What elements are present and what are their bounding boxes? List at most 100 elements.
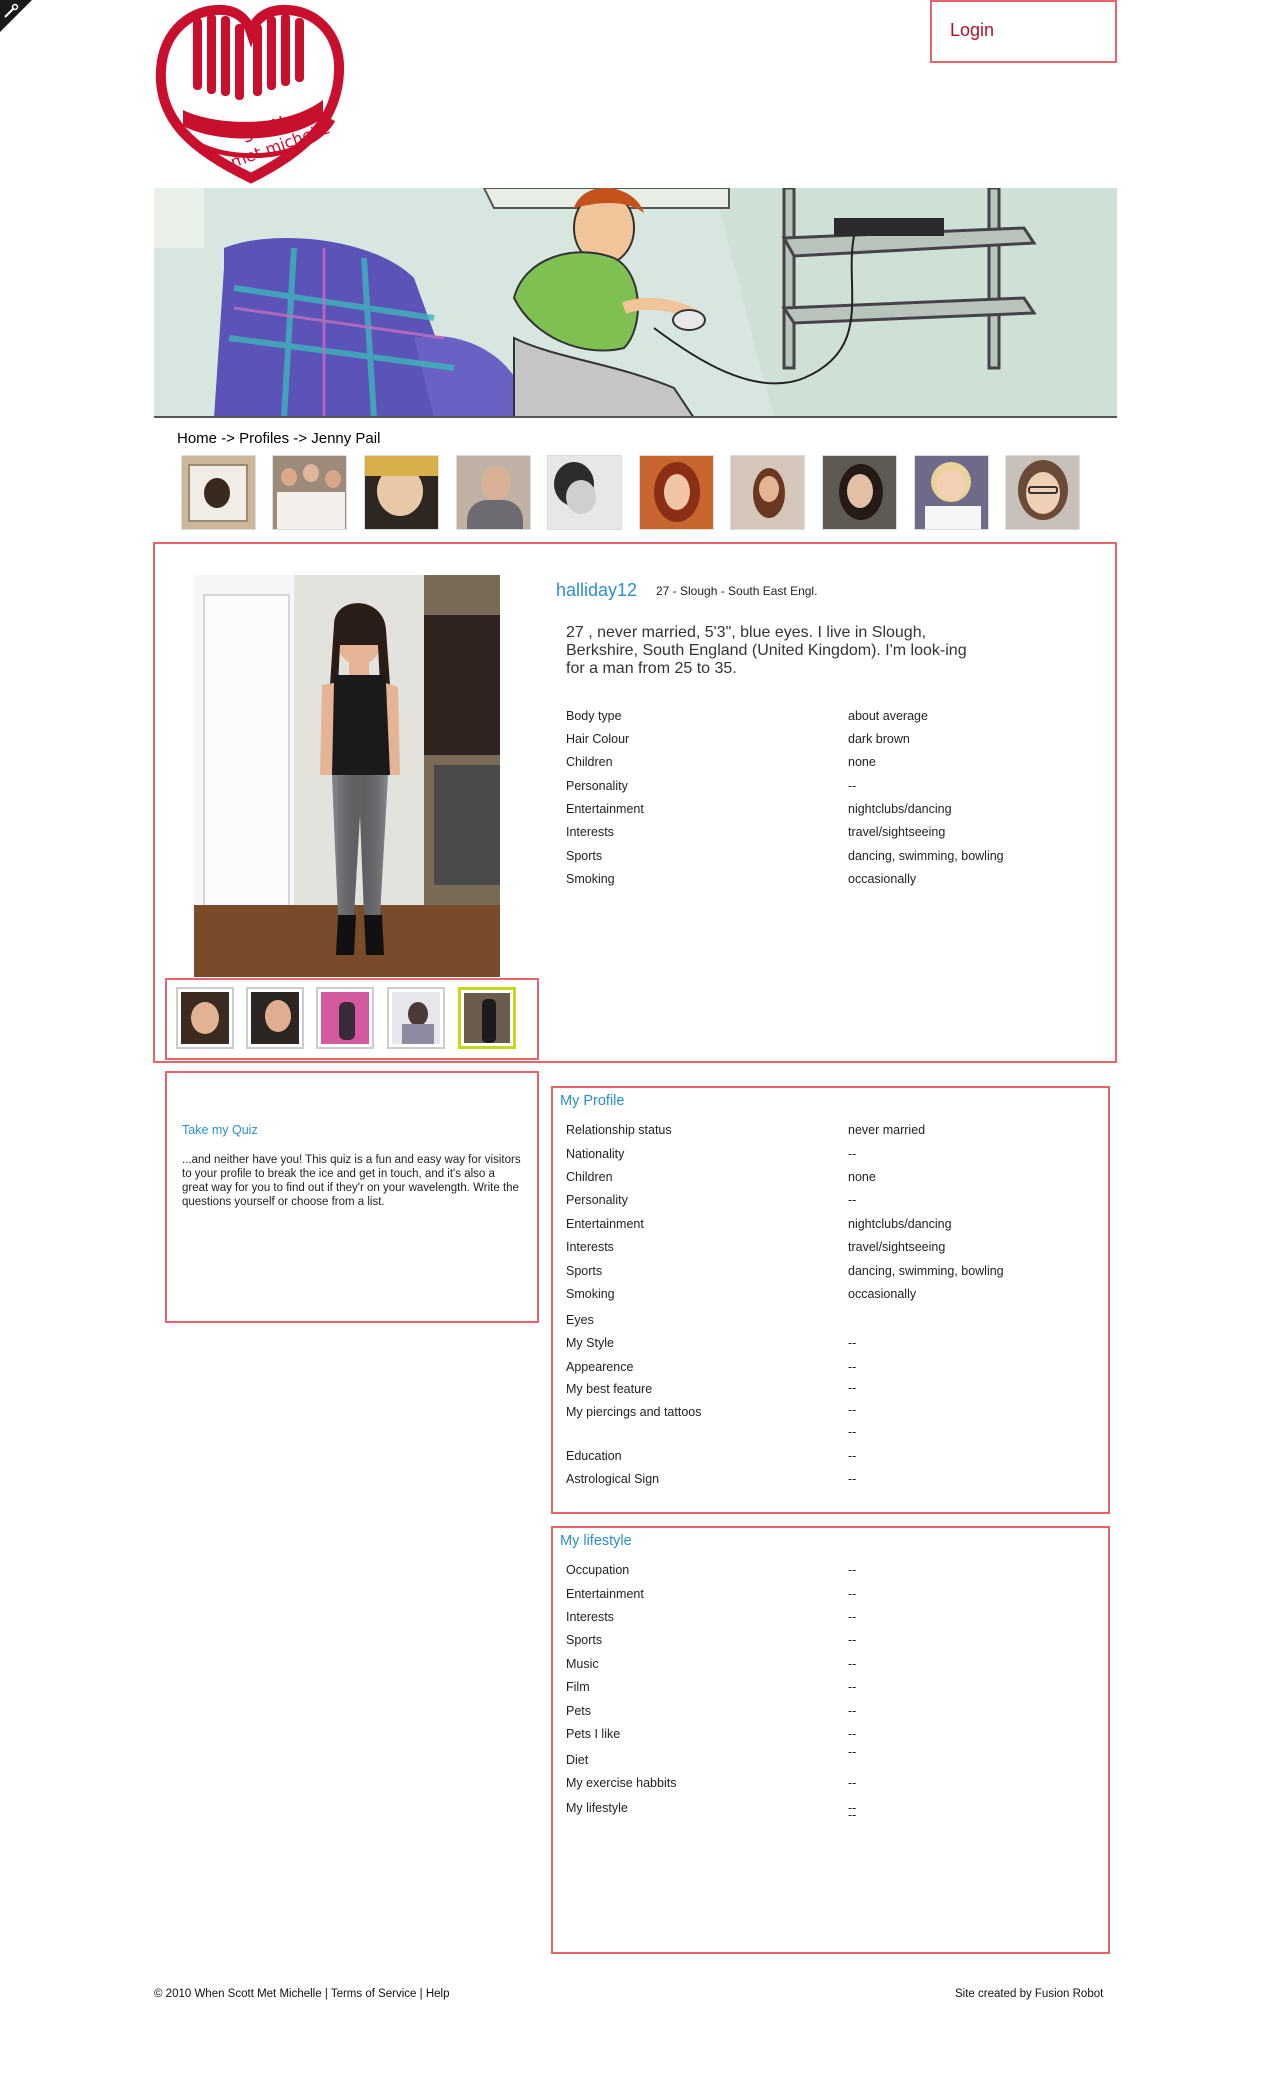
- footer-help-link[interactable]: Help: [426, 1988, 450, 2000]
- member-thumbnail[interactable]: [181, 455, 256, 530]
- my-lifestyle-title: My lifestyle: [560, 1533, 632, 1549]
- lifestyle-field-value: --: [848, 1745, 857, 1759]
- profile-field-label: Smoking: [566, 1287, 615, 1301]
- breadcrumb: Home -> Profiles -> Jenny Pail: [177, 430, 380, 447]
- lifestyle-field-label: Pets I like: [566, 1727, 621, 1741]
- attribute-value: travel/sightseeing: [848, 825, 946, 839]
- member-thumbnail[interactable]: [364, 455, 439, 530]
- lifestyle-field-label: Sports: [566, 1633, 603, 1647]
- header-banner-illustration: [154, 188, 1117, 418]
- breadcrumb-separator: ->: [289, 430, 312, 447]
- profile-field-value: --: [848, 1472, 857, 1486]
- main-profile-photo[interactable]: [194, 575, 500, 977]
- member-thumbnail[interactable]: [914, 455, 989, 530]
- attribute-value: nightclubs/dancing: [848, 802, 952, 816]
- profile-field-label: My Style: [566, 1336, 614, 1350]
- profile-field-label: Relationship status: [566, 1123, 672, 1137]
- profile-field-label: Eyes: [566, 1313, 594, 1327]
- attribute-value: dancing, swimming, bowling: [848, 849, 1004, 863]
- footer-credit[interactable]: Site created by Fusion Robot: [955, 1988, 1103, 2000]
- profile-field-value: dancing, swimming, bowling: [848, 1264, 1004, 1278]
- member-thumbnail[interactable]: [639, 455, 714, 530]
- footer-separator: |: [416, 1988, 426, 2000]
- member-thumbnail[interactable]: [822, 455, 897, 530]
- profile-field-value: --: [848, 1449, 857, 1463]
- my-profile-title: My Profile: [560, 1093, 625, 1109]
- lifestyle-field-value: --: [848, 1587, 857, 1601]
- profile-field-label: Children: [566, 1170, 613, 1184]
- photo-thumbnail-selected[interactable]: [458, 987, 516, 1049]
- lifestyle-field-label: Entertainment: [566, 1587, 644, 1601]
- attribute-label: Interests: [566, 825, 614, 839]
- profile-field-label: Personality: [566, 1193, 628, 1207]
- member-thumbnail[interactable]: [1005, 455, 1080, 530]
- footer-separator: |: [321, 1988, 331, 2000]
- profile-field-value: --: [848, 1381, 857, 1395]
- profile-field-value: none: [848, 1170, 876, 1184]
- footer-terms-link[interactable]: Terms of Service: [331, 1988, 417, 2000]
- lifestyle-field-label: Interests: [566, 1610, 614, 1624]
- footer-links: © 2010 When Scott Met Michelle | Terms o…: [154, 1988, 450, 2000]
- profile-field-label: Appearence: [566, 1360, 634, 1374]
- attribute-label: Hair Colour: [566, 732, 630, 746]
- lifestyle-field-value: --: [848, 1563, 857, 1577]
- profile-field-label: My piercings and tattoos: [566, 1405, 702, 1419]
- photo-thumbnail[interactable]: [176, 987, 234, 1049]
- attribute-label: Sports: [566, 849, 603, 863]
- profile-field-value: travel/sightseeing: [848, 1240, 946, 1254]
- profile-field-label: Interests: [566, 1240, 614, 1254]
- member-thumbnail[interactable]: [456, 455, 531, 530]
- photo-thumbnail[interactable]: [387, 987, 445, 1049]
- login-label: Login: [950, 20, 995, 40]
- lifestyle-field-label: My lifestyle: [566, 1801, 628, 1815]
- lifestyle-field-label: My exercise habbits: [566, 1776, 677, 1790]
- lifestyle-field-value: --: [848, 1657, 857, 1671]
- profile-field-value: --: [848, 1147, 857, 1161]
- member-thumbnail[interactable]: [547, 455, 622, 530]
- lifestyle-field-value: --: [848, 1808, 857, 1822]
- attribute-value: about average: [848, 709, 928, 723]
- lifestyle-field-label: Pets: [566, 1704, 592, 1718]
- lifestyle-field-value: --: [848, 1727, 857, 1741]
- wrench-icon[interactable]: [0, 0, 32, 32]
- profile-field-label: My best feature: [566, 1382, 653, 1396]
- attribute-label: Personality: [566, 779, 628, 793]
- site-logo[interactable]: when scott met michelle: [153, 0, 349, 186]
- quiz-description: ...and neither have you! This quiz is a …: [182, 1154, 521, 1208]
- breadcrumb-separator: ->: [217, 430, 240, 447]
- attribute-value: dark brown: [848, 732, 910, 746]
- profile-field-value: --: [848, 1403, 857, 1417]
- profile-field-value: --: [848, 1336, 857, 1350]
- profile-field-label: Astrological Sign: [566, 1472, 660, 1486]
- lifestyle-field-value: --: [848, 1633, 857, 1647]
- lifestyle-field-value: --: [848, 1680, 857, 1694]
- photo-thumbnail[interactable]: [316, 987, 374, 1049]
- lifestyle-field-label: Occupation: [566, 1563, 630, 1577]
- member-thumbnail[interactable]: [730, 455, 805, 530]
- profile-field-value: never married: [848, 1123, 926, 1137]
- profile-field-value: nightclubs/dancing: [848, 1217, 952, 1231]
- profile-summary-line: 27 - Slough - South East Engl.: [656, 584, 818, 598]
- lifestyle-field-label: Music: [566, 1657, 599, 1671]
- lifestyle-field-value: --: [848, 1704, 857, 1718]
- attribute-label: Children: [566, 755, 613, 769]
- member-thumbnail[interactable]: [272, 455, 347, 530]
- profile-field-value: --: [848, 1193, 857, 1207]
- attribute-label: Body type: [566, 709, 622, 723]
- login-button[interactable]: Login: [930, 0, 1117, 63]
- attribute-value: none: [848, 755, 876, 769]
- profile-field-label: Sports: [566, 1264, 603, 1278]
- quiz-link[interactable]: Take my Quiz: [182, 1123, 258, 1137]
- lifestyle-field-value: --: [848, 1776, 857, 1790]
- profile-field-label: Entertainment: [566, 1217, 644, 1231]
- photo-thumbnail[interactable]: [246, 987, 304, 1049]
- breadcrumb-profiles[interactable]: Profiles: [239, 430, 289, 447]
- profile-field-value: --: [848, 1425, 857, 1439]
- breadcrumb-home[interactable]: Home: [177, 430, 217, 447]
- profile-username[interactable]: halliday12: [556, 580, 637, 601]
- footer-copyright: © 2010 When Scott Met Michelle: [154, 1988, 322, 2000]
- profile-field-label: Nationality: [566, 1147, 625, 1161]
- profile-bio: 27 , never married, 5'3", blue eyes. I l…: [566, 624, 967, 677]
- lifestyle-field-value: --: [848, 1610, 857, 1624]
- profile-field-value: --: [848, 1360, 857, 1374]
